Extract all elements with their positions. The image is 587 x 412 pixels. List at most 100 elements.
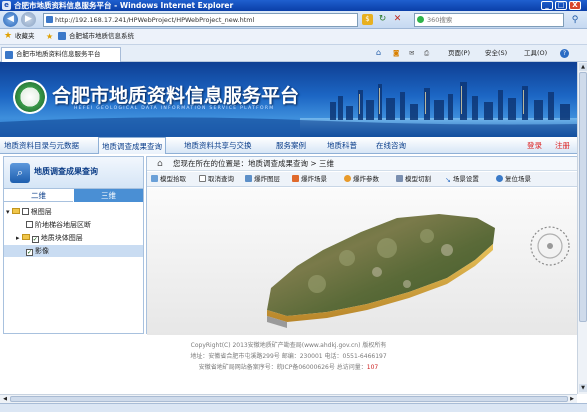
viewer-panel: ⌂ 您现在所在的位置是：地质调查成果查询 > 三维 模型拾取 取消查询 爆炸图层… [146,156,577,335]
visit-count: 107 [366,364,379,371]
tool-explode-layer[interactable]: 爆炸图层 [245,172,280,187]
viewer-toolbar: 模型拾取 取消查询 爆炸图层 爆炸场景 爆炸参数 模型切割 ↘ 场景设置 复位场景 [147,172,577,187]
settings-icon: ↘ [445,176,451,184]
fav-link-icon [58,32,66,40]
vertical-scrollbar[interactable]: ▲ ▼ [577,62,587,394]
reset-icon [496,175,503,182]
url-field[interactable]: http://192.168.17.241/HPWebProject/HPWeb… [43,13,358,27]
nav-catalog[interactable]: 地质资料目录与元数据 [4,137,79,154]
login-link[interactable]: 登录 [527,137,542,154]
horizontal-scrollbar[interactable]: ◀ ▶ [0,394,577,403]
search-input[interactable]: 360搜索 [414,13,564,27]
minimize-button[interactable]: _ [541,1,553,10]
layer-sidebar: ⌕ 地质调查成果查询 二维 三维 ▾ 根图层 阶地梯谷地层区断 ▸ ✓ 地质块体图… [3,156,144,334]
hscroll-thumb[interactable] [10,396,568,402]
tree-item-label: 地质块体图层 [40,234,83,242]
favorites-button[interactable]: 收藏夹 [15,29,35,44]
close-button[interactable]: X [569,1,581,10]
help-menu[interactable]: ? [560,49,569,58]
tree-item-label: 阶地梯谷地层区断 [35,221,91,229]
nav-cases[interactable]: 服务案例 [276,137,306,154]
tab-2d[interactable]: 二维 [4,189,73,202]
tool-pick[interactable]: 模型拾取 [151,172,186,187]
tree-root-label: 根图层 [30,208,52,216]
maximize-button[interactable]: □ [555,1,567,10]
browser-tab[interactable]: 合肥市地质资料信息服务平台 [1,47,121,62]
tool-label: 爆炸场景 [301,175,327,183]
nav-consult[interactable]: 在线咨询 [376,137,406,154]
nav-sharing[interactable]: 地质资料共享与交换 [184,137,252,154]
tool-reset-scene[interactable]: 复位场景 [496,172,531,187]
3d-viewer[interactable] [147,188,577,335]
home-icon[interactable]: ⌂ [376,45,381,61]
ie-app-icon: e [2,1,11,10]
tool-explode-scene[interactable]: 爆炸场景 [292,172,327,187]
tool-cut-model[interactable]: 模型切割 [396,172,431,187]
forward-button[interactable]: ▶ [21,12,36,27]
icp-text: 安徽省地矿局网站备案序号：皖ICP备06000626号 总访问量： [198,364,367,371]
sidebar-title: 地质调查成果查询 [34,167,98,176]
expand-icon[interactable]: ▸ [16,234,20,242]
cancel-icon [199,175,206,182]
folder-icon [21,234,30,240]
folder-icon [11,208,20,214]
checkbox[interactable]: ✓ [26,249,33,256]
layers-icon [245,175,252,182]
tab-command-bar: 合肥市地质资料信息服务平台 ⌂ ◙ ✉ ⎙ 页面(P) 安全(S) 工具(O) … [0,45,587,62]
register-link[interactable]: 注册 [555,137,570,154]
explode-icon [292,175,299,182]
address-line: 地址：安徽省合肥市屯溪路299号 邮编：230001 电话：0551-64661… [190,353,387,360]
tool-scene-settings[interactable]: ↘ 场景设置 [445,172,479,187]
sidebar-header: ⌕ 地质调查成果查询 [4,157,143,189]
tool-explode-params[interactable]: 爆炸参数 [344,172,379,187]
tree-item-imagery[interactable]: ✓ 影像 [4,245,143,257]
favorite-link[interactable]: 合肥城市地质信息系统 [69,29,134,44]
tree-item-geoblock[interactable]: ▸ ✓ 地质块体图层 [4,232,143,244]
add-favorite-icon[interactable]: ★ [46,32,55,41]
breadcrumb-text: 您现在所在的位置是：地质调查成果查询 > 三维 [173,159,335,168]
tree-item-terrace[interactable]: 阶地梯谷地层区断 [4,219,143,231]
view-tabs: 二维 三维 [4,189,143,202]
page-menu[interactable]: 页面(P) [448,45,470,61]
site-logo [13,80,47,114]
tab-3d[interactable]: 三维 [74,189,143,202]
tab-title: 合肥市地质资料信息服务平台 [16,50,101,58]
site-banner: 合肥市地质资料信息服务平台 HEFEI GEOLOGICAL DATA INFO… [0,62,577,137]
status-bar [0,403,587,412]
scroll-right-icon[interactable]: ▶ [568,395,576,403]
site-title: 合肥市地质资料信息服务平台 [52,85,300,107]
print-icon[interactable]: ⎙ [424,45,429,61]
feeds-icon[interactable]: ◙ [393,45,399,61]
tool-cancel-query[interactable]: 取消查询 [199,172,234,187]
mail-icon[interactable]: ✉ [409,45,414,61]
navigation-compass[interactable] [530,226,570,266]
tab-page-icon [5,51,13,59]
tool-label: 爆炸图层 [254,175,280,183]
tools-menu[interactable]: 工具(O) [524,45,547,61]
checkbox[interactable] [21,208,29,215]
nav-survey-results[interactable]: 地质调查成果查询 [98,137,166,154]
search-icon[interactable]: ⚲ [568,13,582,27]
scroll-left-icon[interactable]: ◀ [1,395,9,403]
tool-label: 模型拾取 [160,175,186,183]
cut-icon [396,175,403,182]
collapse-icon[interactable]: ▾ [6,208,10,216]
scroll-up-icon[interactable]: ▲ [579,63,587,71]
refresh-icon[interactable]: ↻ [377,14,388,25]
scroll-thumb[interactable] [579,72,587,322]
stop-icon[interactable]: ✕ [392,14,403,25]
checkbox[interactable] [26,221,33,228]
nav-science[interactable]: 地质科普 [327,137,357,154]
favorites-star-icon: ★ [4,31,13,41]
compat-view-icon[interactable]: $ [362,14,373,25]
pick-icon [151,175,158,182]
scroll-down-icon[interactable]: ▼ [579,384,587,392]
window-title: 合肥市地质资料信息服务平台 - Windows Internet Explore… [14,1,234,10]
tree-root[interactable]: ▾ 根图层 [4,206,143,218]
checkbox[interactable]: ✓ [31,236,39,243]
safety-menu[interactable]: 安全(S) [485,45,507,61]
search-engine-icon [417,16,424,23]
tool-label: 爆炸参数 [353,175,379,183]
back-button[interactable]: ◀ [3,12,18,27]
web-page: 合肥市地质资料信息服务平台 HEFEI GEOLOGICAL DATA INFO… [0,62,577,394]
